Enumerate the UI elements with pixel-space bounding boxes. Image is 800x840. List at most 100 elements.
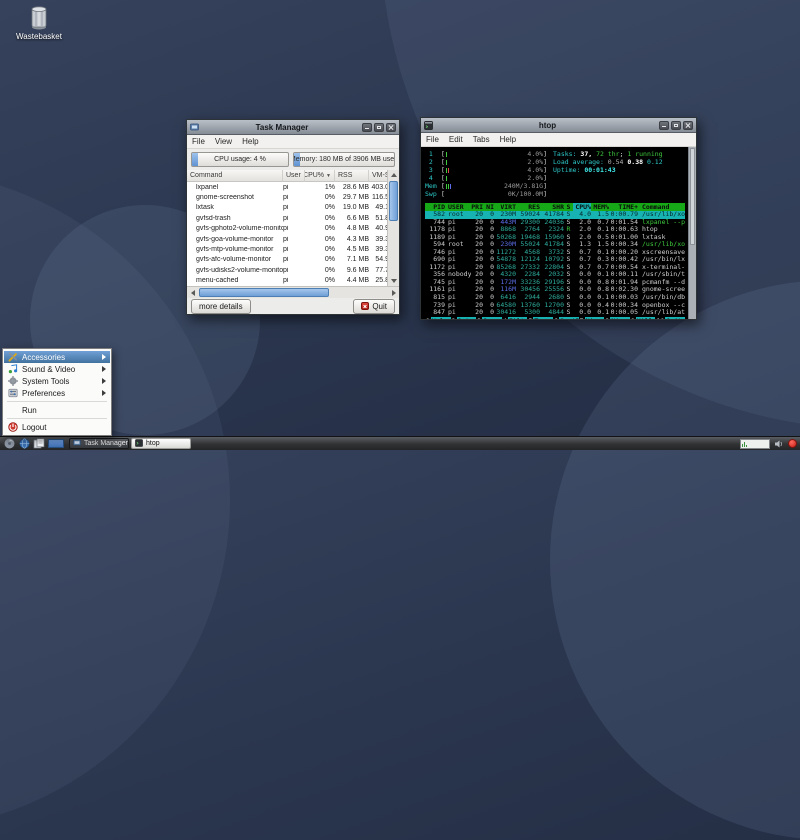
task-vm: 49.1 [375,204,389,212]
task-user: pi [283,183,289,191]
wallpaper-circle [550,280,800,840]
menu-file[interactable]: File [421,133,444,146]
minimize-button[interactable] [659,120,669,130]
task-button-task-manager[interactable]: Task Manager [69,438,129,449]
vertical-scrollbar-thumb[interactable] [389,181,398,221]
task-rss: 19.0 MB [342,204,369,212]
desktop-pager[interactable] [48,439,64,448]
task-row[interactable]: gvfs-gphoto2-volume-monitor pi 0% 4.8 MB 40.… [187,224,389,234]
cpu-meter-1: 1[4.0%] [425,150,547,158]
menu-help[interactable]: Help [237,135,263,148]
htop-function-key-bar: 1Help2Setup3Search4Filter5Tree6SortBy7Ni… [425,316,685,319]
maximize-button[interactable] [671,120,681,130]
task-row[interactable]: menu-cached pi 0% 4.4 MB 25.8 [187,276,389,286]
vertical-scrollbar[interactable] [387,170,399,286]
meter-bar [445,158,528,166]
task-row[interactable]: gvfsd-trash pi 0% 6.6 MB 51.8 [187,213,389,223]
cpu-usage-button[interactable]: CPU usage: 4 % [191,152,289,167]
desktop-icon-wastebasket[interactable]: Wastebasket [10,6,68,41]
htop-column-command: Command [642,203,670,211]
menu-view[interactable]: View [210,135,237,148]
task-command: gvfs-goa-volume-monitor [196,235,274,243]
task-row[interactable]: gvfs-udisks2-volume-monitor pi 0% 9.6 MB 77.… [187,265,389,275]
task-user: pi [283,214,289,222]
minimize-button[interactable] [362,122,372,132]
htop-process-row: 356 nobody 20 0 4320 2284 2032 S 0.0 0.1 0:00.11/u… [433,271,685,279]
scroll-right-arrow-icon[interactable] [388,287,399,298]
meter-label: 2 [425,158,433,166]
memory-usage-button[interactable]: Memory: 180 MB of 3906 MB used [293,152,395,167]
terminal-scrollbar[interactable] [688,147,696,319]
column-header-user[interactable]: User [283,170,305,182]
htop-header-row: PID USER PRI NI VIRT RES SHR S CPU% MEM% TIME+ Comm… [425,203,685,211]
htop-column-virt: VIRT [500,203,516,211]
fkey-tree: Tree [533,316,554,319]
task-vm: 39.3 [375,246,389,254]
volume-tray-icon[interactable] [773,438,785,450]
task-cpu: 0% [324,235,335,243]
task-row[interactable]: gnome-screenshot pi 0% 29.7 MB 116.5 [187,192,389,202]
web-browser-launcher[interactable] [18,438,30,450]
menu-item-label: Preferences [22,388,66,398]
menu-item-system-tools[interactable]: System Tools [4,375,110,387]
menu-item-preferences[interactable]: Preferences [4,387,110,399]
task-user: pi [283,256,289,264]
task-button-label: htop [146,440,160,447]
close-button[interactable] [386,122,396,132]
close-button[interactable] [683,120,693,130]
htop-process-row: 582 root 20 0 230M 59024 41784 S 4.0 1.5 0:00.79/u… [425,211,685,219]
meter-label: 4 [425,174,433,182]
task-row[interactable]: gvfs-afc-volume-monitor pi 0% 7.1 MB 54.9 [187,255,389,265]
menu-item-sound-video[interactable]: Sound & Video [4,363,110,375]
menu-edit[interactable]: Edit [444,133,468,146]
column-header-rss[interactable]: RSS [335,170,369,182]
task-cpu: 0% [324,246,335,254]
menu-item-run[interactable]: Run [4,404,110,416]
status-tray-icon[interactable] [788,439,797,448]
task-cpu: 0% [324,204,335,212]
more-details-button[interactable]: more details [191,298,251,314]
htop-window: htop File Edit Tabs Help 1[4.0%] 2[2.0%]… [420,117,697,320]
task-row[interactable]: gvfs-mtp-volume-monitor pi 0% 4.5 MB 39.3 [187,244,389,254]
start-menu-button[interactable] [3,438,15,450]
submenu-arrow-icon [102,366,106,372]
scroll-up-arrow-icon[interactable] [388,170,399,180]
task-vm: 39.3 [375,235,389,243]
task-cpu: 0% [324,266,335,274]
meter-tick [449,183,451,189]
file-manager-launcher[interactable] [33,438,45,450]
scroll-left-arrow-icon[interactable] [187,287,198,298]
quit-button[interactable]: Quit [353,298,395,314]
column-header-cpu[interactable]: CPU% ▼ [305,170,335,182]
horizontal-scrollbar-thumb[interactable] [199,288,329,297]
meter-bar [445,190,508,198]
terminal-scrollbar-thumb[interactable] [690,148,695,245]
sound-video-icon [8,364,18,374]
uptime-line: Uptime: 00:01:43 [553,166,616,174]
meter-value: 2.0% [527,158,544,166]
start-menu-icon [4,438,14,449]
menu-tabs[interactable]: Tabs [468,133,495,146]
htop-titlebar[interactable]: htop [421,118,696,133]
task-button-htop[interactable]: htop [131,438,191,449]
task-row[interactable]: lxtask pi 0% 19.0 MB 49.1 [187,203,389,213]
taskmanager-titlebar[interactable]: Task Manager [187,120,399,135]
maximize-button[interactable] [374,122,384,132]
cpu-monitor-applet[interactable] [740,438,770,449]
menu-item-accessories[interactable]: Accessories [4,351,110,363]
column-header-vm-size[interactable]: VM-Size [369,170,389,182]
horizontal-scrollbar[interactable] [187,286,399,298]
terminal[interactable]: 1[4.0%] 2[2.0%] 3[4.0%] 4[2.0%] Mem[240M/… [421,147,696,319]
menu-help[interactable]: Help [495,133,521,146]
quit-icon [361,302,370,310]
speaker-icon [775,440,782,447]
menu-item-logout[interactable]: Logout [4,421,110,433]
task-user: pi [283,225,289,233]
task-row[interactable]: gvfs-goa-volume-monitor pi 0% 4.3 MB 39.3 [187,234,389,244]
htop-process-row: 690 pi 20 0 54878 12124 10792 S 0.7 0.3 0:00.42/us… [433,256,685,264]
column-header-command[interactable]: Command [187,170,283,182]
task-row[interactable]: lxpanel pi 1% 28.6 MB 403.0 [187,182,389,192]
fkey-nice: Nice - [584,316,605,319]
menu-file[interactable]: File [187,135,210,148]
scroll-down-arrow-icon[interactable] [388,276,399,286]
